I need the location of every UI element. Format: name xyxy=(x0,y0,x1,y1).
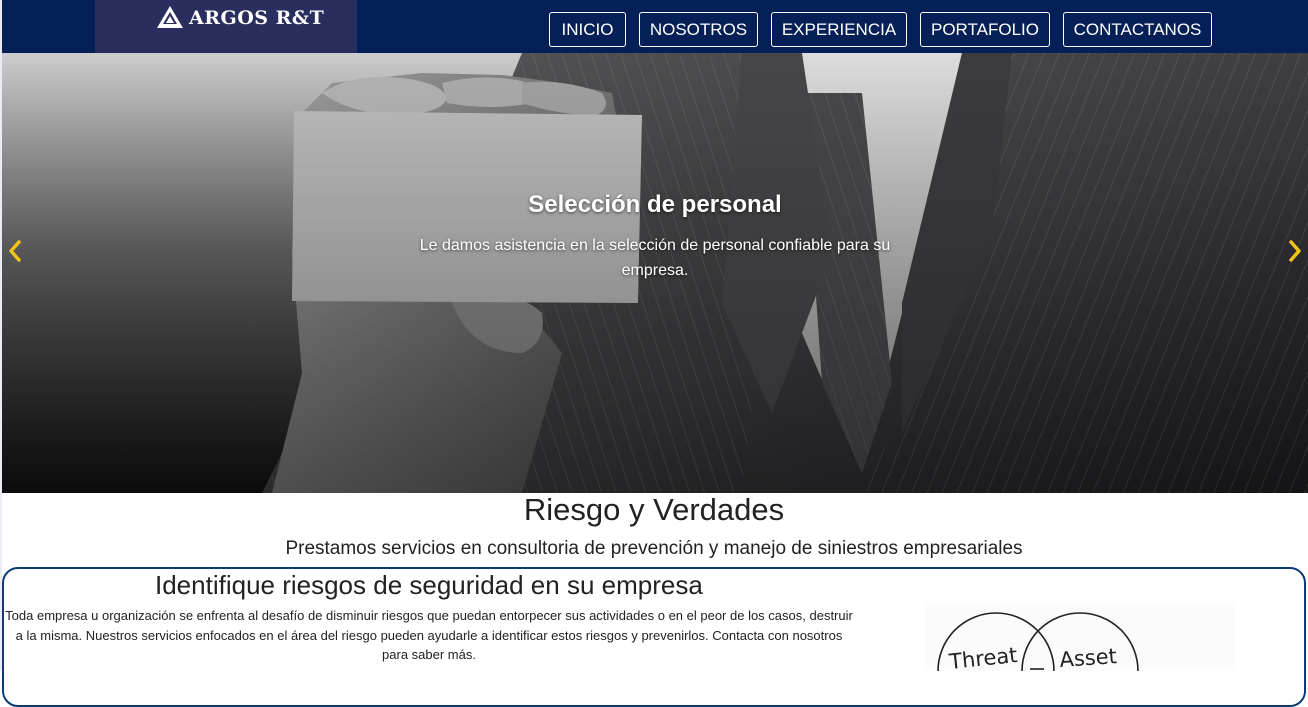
nav-nosotros-button[interactable]: NOSOTROS xyxy=(639,12,758,47)
diagram-label-threat: Threat xyxy=(947,643,1018,671)
nav-portafolio-button[interactable]: PORTAFOLIO xyxy=(920,12,1050,47)
top-navbar: ARGOS R&T INICIO NOSOTROS EXPERIENCIA PO… xyxy=(2,0,1308,53)
hero-slide-title: Selección de personal xyxy=(528,191,782,218)
risk-card-title: Identifique riesgos de seguridad en su e… xyxy=(155,570,703,600)
chevron-right-icon[interactable] xyxy=(1285,236,1305,266)
risk-card-text: Toda empresa u organización se enfrenta … xyxy=(5,608,853,662)
section-subtitle: Prestamos servicios en consultoria de pr… xyxy=(285,538,1023,559)
brand-logo-link[interactable]: ARGOS R&T xyxy=(95,0,357,53)
diagram-label-asset: Asset xyxy=(1059,644,1118,671)
chevron-left-icon[interactable] xyxy=(5,236,25,266)
section-title: Riesgo y Verdades xyxy=(523,492,785,527)
nav-experiencia-button[interactable]: EXPERIENCIA xyxy=(771,12,907,47)
nav-contactanos-button[interactable]: CONTACTANOS xyxy=(1063,12,1212,47)
hero-carousel: Selección de personal Le damos asistenci… xyxy=(2,53,1308,493)
threat-asset-diagram: Threat Asset xyxy=(924,601,1236,671)
brand-name: ARGOS R&T xyxy=(189,7,325,29)
hero-slide-text: Le damos asistencia en la selección de p… xyxy=(419,237,891,279)
nav-inicio-button[interactable]: INICIO xyxy=(549,12,626,47)
pyramid-logo-icon xyxy=(157,6,183,28)
